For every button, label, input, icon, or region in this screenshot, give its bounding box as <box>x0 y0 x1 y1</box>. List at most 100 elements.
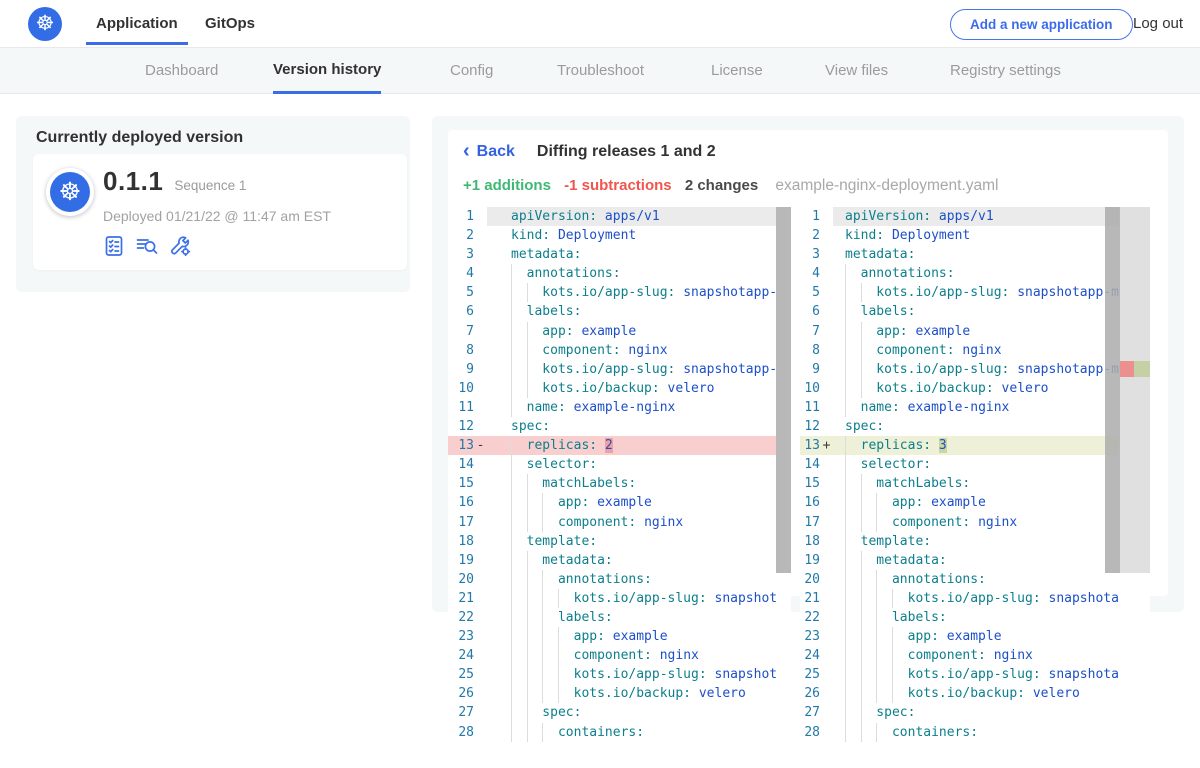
release-notes-icon[interactable] <box>102 234 126 263</box>
diff-marker: - <box>474 436 487 455</box>
code-line: 5 kots.io/app-slug: snapshotapp-mu <box>800 283 1119 302</box>
diff-marker <box>474 665 487 684</box>
diff-marker <box>474 474 487 493</box>
line-number: 6 <box>800 302 820 321</box>
line-number: 16 <box>448 493 474 512</box>
add-application-button[interactable]: Add a new application <box>950 9 1133 40</box>
code-text: metadata: <box>833 551 1119 570</box>
kubernetes-wheel-icon <box>28 7 62 41</box>
line-number: 19 <box>800 551 820 570</box>
subtractions-count: -1 subtractions <box>564 177 672 194</box>
code-line: 3metadata: <box>800 245 1119 264</box>
diff-marker <box>474 570 487 589</box>
diff-marker <box>474 513 487 532</box>
diff-marker <box>820 493 833 512</box>
code-text: apiVersion: apps/v1 <box>487 207 776 226</box>
code-text: metadata: <box>487 245 776 264</box>
code-line: 16 app: example <box>800 493 1119 512</box>
line-number: 2 <box>800 226 820 245</box>
code-line: 21 kots.io/app-slug: snapshotap <box>800 589 1119 608</box>
diff-marker <box>820 207 833 226</box>
scrollbar-thumb[interactable] <box>1105 207 1120 573</box>
code-line: 18 template: <box>448 532 776 551</box>
code-line: 23 app: example <box>448 627 776 646</box>
subnav-item-view-files[interactable]: View files <box>825 48 888 94</box>
diff-marker <box>474 398 487 417</box>
line-number: 14 <box>800 455 820 474</box>
subnav-item-dashboard[interactable]: Dashboard <box>145 48 218 94</box>
line-number: 25 <box>448 665 474 684</box>
code-text: spec: <box>487 703 776 722</box>
code-text: selector: <box>487 455 776 474</box>
subnav-item-version-history[interactable]: Version history <box>273 48 381 94</box>
code-text: kots.io/app-slug: snapshotap <box>833 665 1119 684</box>
line-number: 8 <box>448 341 474 360</box>
diff-marker <box>820 379 833 398</box>
subnav-item-config[interactable]: Config <box>450 48 493 94</box>
code-line: 3metadata: <box>448 245 776 264</box>
back-button[interactable]: Back <box>463 143 515 161</box>
code-text: apiVersion: apps/v1 <box>833 207 1119 226</box>
deployed-version-panel: Currently deployed version 0.1.1 Sequenc… <box>16 116 410 292</box>
subnav-item-license[interactable]: License <box>711 48 763 94</box>
line-number: 27 <box>800 703 820 722</box>
code-text: matchLabels: <box>833 474 1119 493</box>
code-line: 11 name: example-nginx <box>800 398 1119 417</box>
code-text: kots.io/backup: velero <box>833 684 1119 703</box>
diff-marker <box>820 245 833 264</box>
config-tools-icon[interactable] <box>168 234 192 263</box>
scrollbar-thumb[interactable] <box>776 207 791 573</box>
code-text: labels: <box>487 302 776 321</box>
code-line: 28 containers: <box>800 723 1119 742</box>
code-text: kots.io/app-slug: snapshotapp-mu <box>487 360 776 379</box>
deployed-version-title: Currently deployed version <box>36 129 243 147</box>
code-line: 15 matchLabels: <box>448 474 776 493</box>
line-number: 20 <box>800 570 820 589</box>
subnav-item-registry-settings[interactable]: Registry settings <box>950 48 1061 94</box>
code-lines-left[interactable]: 1apiVersion: apps/v12kind: Deployment3me… <box>448 207 776 745</box>
code-text: name: example-nginx <box>833 398 1119 417</box>
code-line: 4 annotations: <box>800 264 1119 283</box>
code-text: component: nginx <box>833 513 1119 532</box>
line-number: 11 <box>448 398 474 417</box>
code-text: spec: <box>487 417 776 436</box>
code-line: 21 kots.io/app-slug: snapshotap <box>448 589 776 608</box>
diff-marker <box>474 341 487 360</box>
code-line: 14 selector: <box>800 455 1119 474</box>
code-text: kots.io/app-slug: snapshotap <box>487 665 776 684</box>
line-number: 27 <box>448 703 474 722</box>
tab-gitops[interactable]: GitOps <box>205 0 255 48</box>
code-line: 12spec: <box>800 417 1119 436</box>
code-text: kots.io/backup: velero <box>833 379 1119 398</box>
line-number: 18 <box>800 532 820 551</box>
top-navbar: Application GitOps Add a new application… <box>0 0 1200 48</box>
diff-marker <box>474 627 487 646</box>
code-text: component: nginx <box>833 341 1119 360</box>
line-number: 23 <box>800 627 820 646</box>
code-text: selector: <box>833 455 1119 474</box>
code-line: 7 app: example <box>448 322 776 341</box>
code-lines-right[interactable]: 1apiVersion: apps/v12kind: Deployment3me… <box>800 207 1119 745</box>
line-number: 9 <box>448 360 474 379</box>
code-line: 20 annotations: <box>800 570 1119 589</box>
deployed-timestamp: Deployed 01/21/22 @ 11:47 am EST <box>103 208 331 224</box>
line-number: 23 <box>448 627 474 646</box>
code-line: 24 component: nginx <box>448 646 776 665</box>
diff-marker: + <box>820 436 833 455</box>
code-line: 11 name: example-nginx <box>448 398 776 417</box>
code-text: labels: <box>833 608 1119 627</box>
line-number: 7 <box>448 322 474 341</box>
code-text: component: nginx <box>487 646 776 665</box>
subnav-item-troubleshoot[interactable]: Troubleshoot <box>557 48 644 94</box>
line-number: 28 <box>800 723 820 742</box>
code-line: 22 labels: <box>800 608 1119 627</box>
view-logs-icon[interactable] <box>135 234 159 263</box>
diff-filename: example-nginx-deployment.yaml <box>775 177 998 194</box>
app-logo <box>46 168 94 216</box>
diff-marker <box>820 398 833 417</box>
version-number: 0.1.1 <box>103 166 163 197</box>
logout-link[interactable]: Log out <box>1133 0 1183 48</box>
deletion-mark <box>1120 361 1134 377</box>
code-line: 22 labels: <box>448 608 776 627</box>
tab-application[interactable]: Application <box>86 0 188 45</box>
